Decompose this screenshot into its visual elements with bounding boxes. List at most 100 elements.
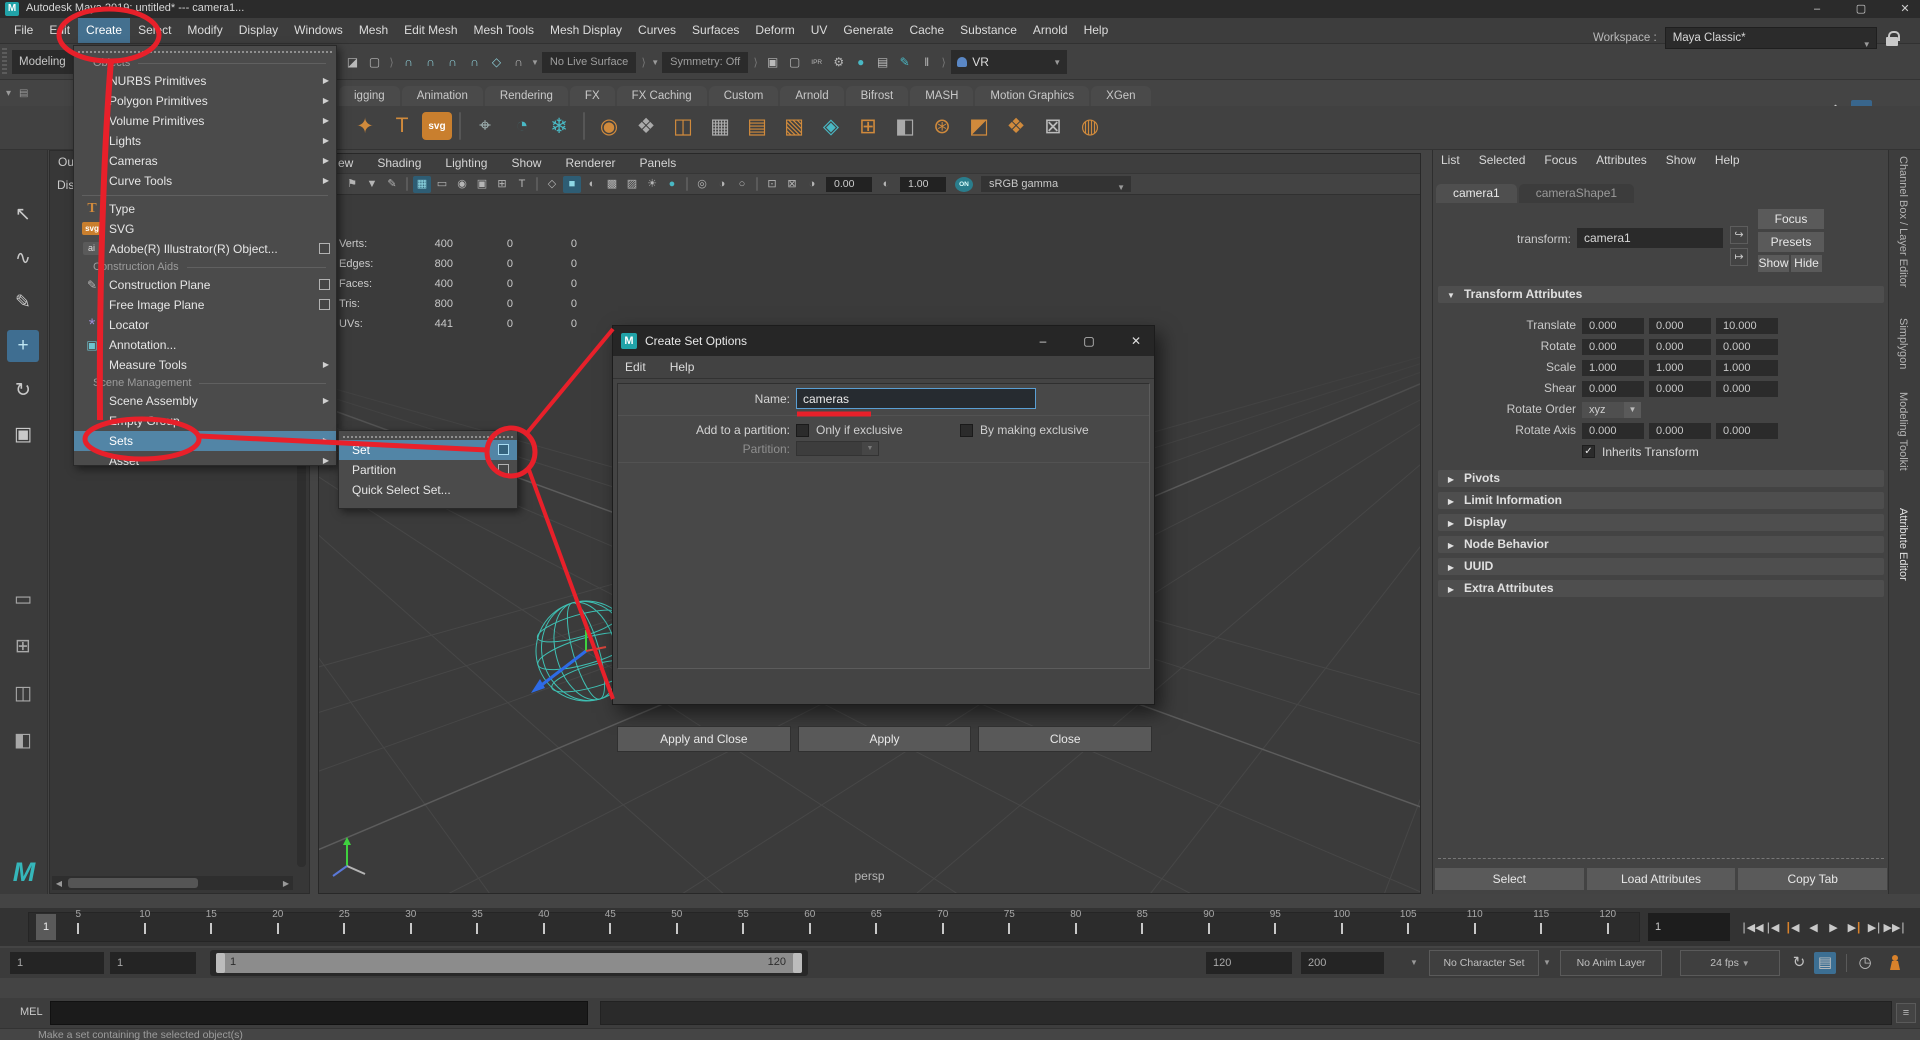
timeline-tick[interactable]: 85 xyxy=(1109,909,1176,937)
value-field[interactable]: 0.000 xyxy=(1582,318,1644,334)
status-line-grip[interactable] xyxy=(2,48,7,75)
focus-button[interactable]: Focus xyxy=(1758,209,1824,229)
snap-to-grid-icon[interactable]: ∩ xyxy=(399,53,418,72)
menu-mesh[interactable]: Mesh xyxy=(351,18,396,43)
menu-item-scene-assembly[interactable]: Scene Assembly ▶ xyxy=(74,391,336,411)
rotate-order-dropdown[interactable]: xyz xyxy=(1582,402,1624,418)
inherits-transform-checkbox[interactable]: ✓ xyxy=(1582,445,1595,458)
grid-toggle-icon[interactable]: ▦ xyxy=(413,176,431,193)
snap-to-projected-center-icon[interactable]: ∩ xyxy=(465,53,484,72)
snap-to-view-plane-icon[interactable]: ◇ xyxy=(487,53,506,72)
color-management-toggle[interactable]: ON xyxy=(955,177,973,192)
move-tool-icon[interactable]: + xyxy=(7,330,39,362)
grid-fill-shelf-icon[interactable]: ▦ xyxy=(703,109,737,143)
xray-icon[interactable]: ⊠ xyxy=(783,176,801,193)
menu-uv[interactable]: UV xyxy=(803,18,836,43)
bookmark-icon[interactable]: ⚑ xyxy=(343,176,361,193)
menu-arnold[interactable]: Arnold xyxy=(1025,18,1076,43)
timeline-tick[interactable]: 110 xyxy=(1442,909,1509,937)
dialog-title-bar[interactable]: M Create Set Options – ▢ ✕ xyxy=(613,326,1154,356)
extrude-shelf-icon[interactable]: ▧ xyxy=(777,109,811,143)
timeline-tick[interactable]: 25 xyxy=(311,909,378,937)
timeline-tick[interactable]: 60 xyxy=(777,909,844,937)
value-field[interactable]: 1.000 xyxy=(1582,360,1644,376)
anim-clock-shelf-icon[interactable]: ◔ xyxy=(505,109,539,143)
snap-to-point-icon[interactable]: ∩ xyxy=(443,53,462,72)
timeline-tick[interactable]: 30 xyxy=(378,909,445,937)
pause-viewport-icon[interactable]: ‖ xyxy=(917,53,936,72)
type-shelf-icon[interactable]: T xyxy=(385,109,419,143)
menu-item-locator[interactable]: * Locator ▶ xyxy=(74,315,336,335)
scroll-right-icon[interactable]: ▶ xyxy=(279,879,293,888)
timeline-tick[interactable]: 10 xyxy=(112,909,179,937)
timeline-tick[interactable]: 55 xyxy=(710,909,777,937)
only-if-exclusive-checkbox[interactable] xyxy=(796,424,809,437)
shaded-icon[interactable]: ■ xyxy=(563,176,581,193)
ae-copy-tab-button[interactable]: Copy Tab xyxy=(1738,868,1887,890)
symmetry-arrow[interactable]: ▼ xyxy=(651,58,659,67)
select-tool-icon[interactable]: ↖ xyxy=(7,198,39,230)
option-box-icon[interactable] xyxy=(498,464,509,475)
textured-icon[interactable]: ▩ xyxy=(603,176,621,193)
wireframe-on-shaded-icon[interactable]: ◐ xyxy=(583,176,601,193)
ae-section-uuid[interactable]: ▶UUID xyxy=(1438,558,1884,575)
rotate-tool-icon[interactable]: ↻ xyxy=(7,374,39,406)
shelf-tab-custom[interactable]: Custom xyxy=(709,86,779,106)
value-field[interactable]: 0.000 xyxy=(1649,381,1711,397)
value-field[interactable]: 0.000 xyxy=(1716,339,1778,355)
menu-item-construction-plane[interactable]: ✎ Construction Plane ▶ xyxy=(74,275,336,295)
timeline-tick[interactable]: 90 xyxy=(1176,909,1243,937)
chevron-down-icon[interactable]: ▼ xyxy=(1543,958,1551,967)
notes-divider[interactable] xyxy=(1438,858,1884,859)
menu-item-lights[interactable]: Lights ▶ xyxy=(74,131,336,151)
viewport-menu-shading[interactable]: Shading xyxy=(377,154,421,173)
step-forward-frame-button[interactable]: ▶| xyxy=(1864,911,1883,943)
menu-mesh-tools[interactable]: Mesh Tools xyxy=(466,18,542,43)
timeline-tick[interactable]: 5 xyxy=(45,909,112,937)
menu-item-type[interactable]: T Type ▶ xyxy=(74,199,336,219)
minimize-window-button[interactable]: – xyxy=(1808,0,1826,18)
current-time-field[interactable]: 1 xyxy=(1648,913,1730,941)
value-field[interactable]: 0.000 xyxy=(1716,381,1778,397)
lasso-tool-icon[interactable]: ∿ xyxy=(7,242,39,274)
menu-modify[interactable]: Modify xyxy=(179,18,230,43)
scroll-left-icon[interactable]: ◀ xyxy=(52,879,66,888)
mel-input-field[interactable] xyxy=(50,1001,588,1025)
shelf-tab-animation[interactable]: Animation xyxy=(402,86,483,106)
presets-button[interactable]: Presets xyxy=(1758,232,1824,252)
apply-and-close-button[interactable]: Apply and Close xyxy=(617,726,791,752)
vr-selector[interactable]: VR ▼ xyxy=(951,50,1067,74)
menu-display[interactable]: Display xyxy=(231,18,286,43)
motion-trail-shelf-icon[interactable]: ⌖ xyxy=(468,109,502,143)
hypershade-icon[interactable]: ● xyxy=(851,53,870,72)
timeline-tick[interactable]: 105 xyxy=(1375,909,1442,937)
hide-button[interactable]: Hide xyxy=(1791,255,1822,272)
value-field[interactable]: 0.000 xyxy=(1716,423,1778,439)
go-to-end-button[interactable]: ▶▶| xyxy=(1884,911,1903,943)
timeline-tick[interactable]: 115 xyxy=(1508,909,1575,937)
menu-mesh-display[interactable]: Mesh Display xyxy=(542,18,630,43)
outliner-menu-fragment[interactable]: Ou xyxy=(58,155,74,169)
shelf-tab-rendering[interactable]: Rendering xyxy=(485,86,568,106)
animation-preferences-icon[interactable]: ◷ xyxy=(1854,952,1876,974)
play-backwards-button[interactable]: ◀ xyxy=(1804,911,1823,943)
svg-shelf-icon[interactable]: svg xyxy=(422,112,452,140)
layout-two-pane-icon[interactable]: ◫ xyxy=(7,676,39,710)
render-current-frame-icon[interactable]: ▢ xyxy=(785,53,804,72)
ae-menu-selected[interactable]: Selected xyxy=(1479,153,1526,167)
shelf-tab-motion-graphics[interactable]: Motion Graphics xyxy=(975,86,1089,106)
menu-item-sets[interactable]: Sets ▶ xyxy=(74,431,336,451)
cube-shelf-icon[interactable]: ⊞ xyxy=(851,109,885,143)
set-name-input[interactable] xyxy=(796,388,1036,409)
make-live-icon[interactable]: ∩ xyxy=(509,53,528,72)
menu-item-empty-group[interactable]: Empty Group ▶ xyxy=(74,411,336,431)
range-start-handle[interactable] xyxy=(216,953,225,973)
play-forwards-button[interactable]: ▶ xyxy=(1824,911,1843,943)
value-field[interactable]: 1.000 xyxy=(1716,360,1778,376)
evaluation-mode-icon[interactable] xyxy=(1884,952,1906,974)
layout-outliner-persp-icon[interactable]: ◧ xyxy=(7,723,39,757)
menu-item-volume-primitives[interactable]: Volume Primitives ▶ xyxy=(74,111,336,131)
light-editor-icon[interactable]: ▤ xyxy=(873,53,892,72)
value-field[interactable]: 10.000 xyxy=(1716,318,1778,334)
diamond-flat-shelf-icon[interactable]: ❖ xyxy=(999,109,1033,143)
